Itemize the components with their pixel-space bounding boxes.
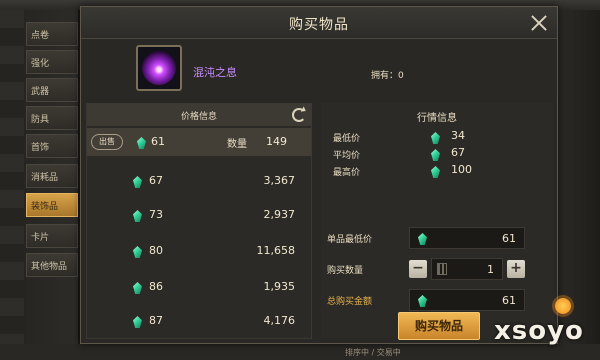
row-price: 80 xyxy=(149,244,163,257)
chaos-orb-icon xyxy=(142,51,176,85)
row-qty: 11,658 xyxy=(256,244,296,257)
gem-currency-icon xyxy=(431,132,440,144)
gem-currency-icon xyxy=(133,316,142,328)
gem-currency-icon xyxy=(418,233,427,245)
stat-value-min: 34 xyxy=(451,129,465,142)
row-qty: 1,935 xyxy=(263,280,296,293)
refresh-icon[interactable] xyxy=(292,108,306,122)
buy-item-button[interactable]: 购买物品 xyxy=(398,312,480,340)
gem-currency-icon xyxy=(431,149,440,161)
stat-value-avg: 67 xyxy=(451,146,465,159)
buy-item-dialog: 购买物品 混沌之息 拥有：0 价格信息 出售 61 数量 149 67 3,36… xyxy=(80,6,558,344)
watermark-logo: xsoyo xyxy=(494,316,584,346)
total-amount-value: 61 xyxy=(502,294,516,307)
stat-value-max: 100 xyxy=(451,163,472,176)
quantity-plus-button[interactable]: + xyxy=(507,260,525,278)
price-info-panel: 价格信息 出售 61 数量 149 67 3,367 73 2,937 80 1… xyxy=(86,103,312,339)
category-tab[interactable]: 首饰 xyxy=(26,134,78,158)
unit-min-price-value: 61 xyxy=(502,232,516,245)
row-qty: 4,176 xyxy=(263,314,296,327)
unit-min-price-label: 单品最低价 xyxy=(327,235,373,245)
price-info-title: 价格信息 xyxy=(180,112,217,122)
background-left-edge xyxy=(0,10,24,360)
quantity-minus-button[interactable]: − xyxy=(409,260,427,278)
category-tab[interactable]: 卡片 xyxy=(26,224,78,248)
sell-badge[interactable]: 出售 xyxy=(91,134,123,150)
dialog-header: 购买物品 xyxy=(81,7,557,39)
price-info-header: 价格信息 xyxy=(87,104,311,126)
owned-count: 拥有：0 xyxy=(371,71,404,81)
category-tab[interactable]: 其他物品 xyxy=(26,253,78,277)
row-price: 61 xyxy=(151,135,165,148)
price-row[interactable]: 80 11,658 xyxy=(87,236,311,268)
gem-currency-icon xyxy=(137,137,146,149)
close-icon[interactable] xyxy=(527,11,551,35)
row-qty: 2,937 xyxy=(263,208,296,221)
market-info-panel: 行情信息 最低价 34 平均价 67 最高价 100 单品最低价 61 购买数量… xyxy=(321,103,553,339)
price-row[interactable]: 73 2,937 xyxy=(87,200,311,232)
gem-currency-icon xyxy=(133,246,142,258)
gem-currency-icon xyxy=(133,282,142,294)
qty-label: 数量 xyxy=(227,139,247,150)
unit-min-price-box: 61 xyxy=(409,227,525,249)
price-row[interactable]: 86 1,935 xyxy=(87,272,311,304)
row-price: 73 xyxy=(149,208,163,221)
total-amount-label: 总购买金额 xyxy=(327,297,373,307)
category-tab-active[interactable]: 装饰品 xyxy=(26,193,78,217)
category-tab[interactable]: 防具 xyxy=(26,106,78,130)
item-icon-frame xyxy=(136,45,182,91)
category-tab[interactable]: 武器 xyxy=(26,78,78,102)
price-row[interactable]: 67 3,367 xyxy=(87,166,311,198)
market-info-title: 行情信息 xyxy=(417,113,457,124)
background-bottom-bar xyxy=(0,344,600,360)
gem-currency-icon xyxy=(418,295,427,307)
category-tab[interactable]: 强化 xyxy=(26,50,78,74)
price-row[interactable]: 87 4,176 xyxy=(87,306,311,338)
background-bottom-text: 排序中 / 交易中 xyxy=(345,348,401,357)
row-price: 86 xyxy=(149,280,163,293)
stat-label-max: 最高价 xyxy=(333,168,361,178)
row-qty: 149 xyxy=(266,135,287,148)
row-price: 87 xyxy=(149,314,163,327)
watermark-sun-icon xyxy=(555,298,571,314)
calculator-icon[interactable] xyxy=(437,263,447,275)
category-tab[interactable]: 消耗品 xyxy=(26,164,78,188)
stat-label-avg: 平均价 xyxy=(333,151,361,161)
selected-price-row[interactable]: 出售 61 数量 149 xyxy=(87,128,311,156)
gem-currency-icon xyxy=(133,176,142,188)
category-tab[interactable]: 点卷 xyxy=(26,22,78,46)
item-name: 混沌之息 xyxy=(193,66,237,79)
row-qty: 3,367 xyxy=(263,174,296,187)
buy-quantity-label: 购买数量 xyxy=(327,266,364,276)
row-price: 67 xyxy=(149,174,163,187)
total-amount-box: 61 xyxy=(409,289,525,311)
gem-currency-icon xyxy=(133,210,142,222)
gem-currency-icon xyxy=(431,166,440,178)
stat-label-min: 最低价 xyxy=(333,134,361,144)
dialog-title: 购买物品 xyxy=(289,17,349,33)
